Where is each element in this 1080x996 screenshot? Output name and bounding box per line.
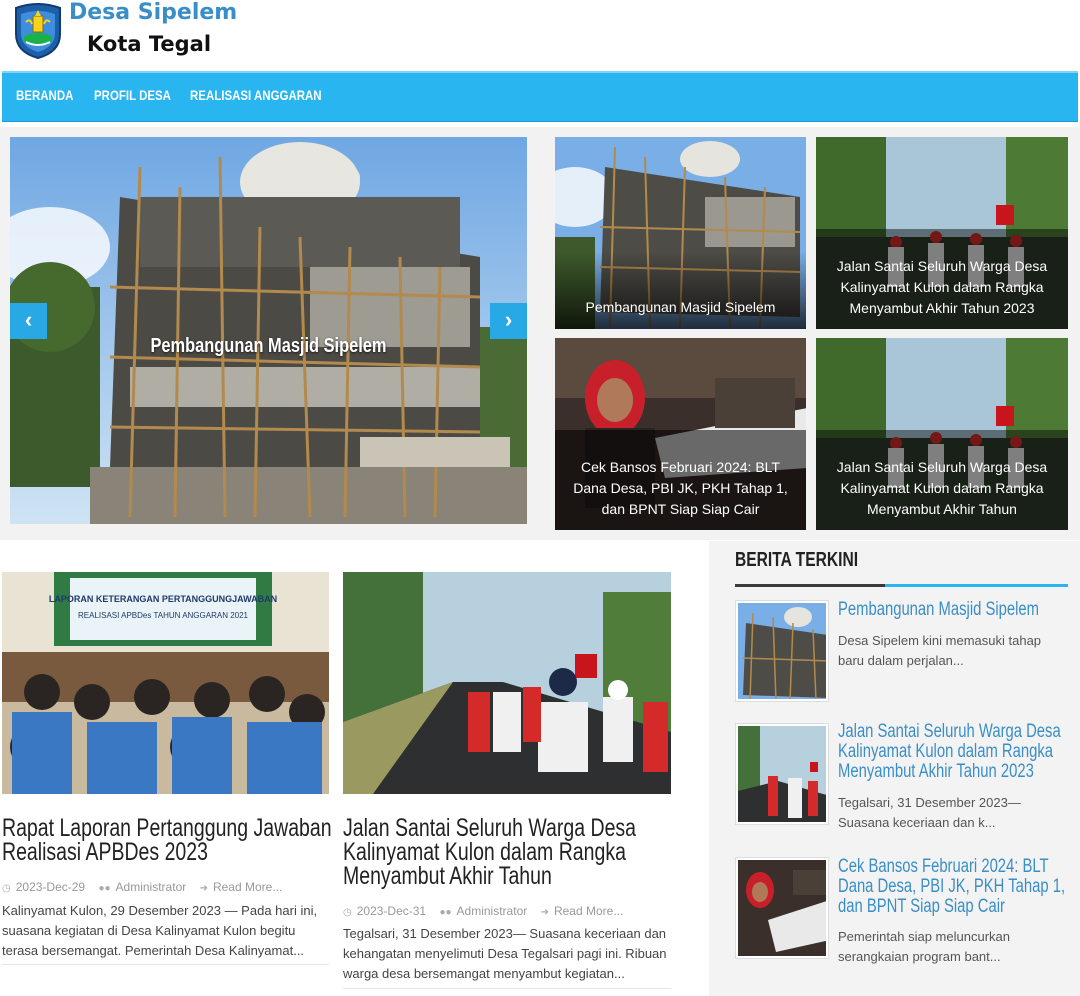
sidebar-heading: BERITA TERKINI bbox=[735, 549, 859, 571]
article-title-cont[interactable]: Realisasi APBDes 2023 bbox=[2, 840, 208, 865]
meeting-photo: LAPORAN KETERANGAN PERTANGGUNGJAWABAN RE… bbox=[2, 572, 329, 794]
article-author[interactable]: Administrator bbox=[116, 880, 187, 894]
article-image[interactable]: LAPORAN KETERANGAN PERTANGGUNGJAWABAN RE… bbox=[2, 572, 329, 794]
kota-tegal-logo[interactable] bbox=[12, 2, 64, 60]
sidebar-thumb[interactable] bbox=[736, 724, 828, 824]
sidebar-thumb[interactable] bbox=[736, 601, 828, 701]
banner-line-1: LAPORAN KETERANGAN PERTANGGUNGJAWABAN bbox=[49, 594, 277, 604]
sidebar-item-title-cont[interactable]: Kalinyamat Kulon dalam Rangka bbox=[838, 742, 1053, 762]
sidebar-item-title[interactable]: Pembangunan Masjid Sipelem bbox=[838, 600, 1039, 620]
sidebar-item-title[interactable]: Cek Bansos Februari 2024: BLT bbox=[838, 857, 1049, 877]
heading-rule-accent bbox=[885, 584, 1068, 587]
comments-icon: ●● bbox=[98, 883, 111, 894]
banner-line-2: REALISASI APBDes TAHUN ANGGARAN 2021 bbox=[78, 611, 249, 620]
arrow-right-circle-icon: ➜ bbox=[199, 883, 208, 894]
nav-item-realisasi-anggaran[interactable]: REALISASI ANGGARAN bbox=[190, 87, 322, 103]
main-navbar: BERANDA PROFIL DESA REALISASI ANGGARAN bbox=[2, 71, 1078, 122]
tile-caption[interactable]: Jalan Santai Seluruh Warga Desa Kalinyam… bbox=[816, 256, 1068, 319]
divider bbox=[2, 964, 329, 965]
featured-tile[interactable]: Cek Bansos Februari 2024: BLT Dana Desa,… bbox=[555, 338, 806, 530]
arrow-right-circle-icon: ➜ bbox=[540, 907, 549, 918]
featured-tile[interactable]: Pembangunan Masjid Sipelem bbox=[555, 137, 806, 329]
slider-image bbox=[10, 137, 527, 524]
sidebar-item-excerpt: Desa Sipelem kini memasuki tahap baru da… bbox=[838, 633, 1042, 668]
nav-item-profil-desa[interactable]: PROFIL DESA bbox=[94, 87, 171, 103]
read-more-link[interactable]: Read More... bbox=[554, 904, 623, 918]
article-date: 2023-Dec-31 bbox=[356, 904, 427, 918]
article-excerpt: Tegalsari, 31 Desember 2023— Suasana kec… bbox=[343, 926, 667, 981]
clock-icon: ◷ bbox=[2, 883, 11, 894]
sidebar-item-excerpt: Tegalsari, 31 Desember 2023— Suasana kec… bbox=[838, 795, 1021, 830]
article-meta: ◷ 2023-Dec-29 ●● Administrator ➜ Read More.… bbox=[2, 880, 282, 894]
walk-photo bbox=[343, 572, 671, 794]
slider-next-button[interactable]: › bbox=[490, 303, 527, 339]
tile-caption[interactable]: Jalan Santai Seluruh Warga Desa Kalinyam… bbox=[816, 457, 1068, 520]
article-date: 2023-Dec-29 bbox=[15, 880, 86, 894]
tile-caption[interactable]: Pembangunan Masjid Sipelem bbox=[555, 297, 806, 318]
article-image[interactable] bbox=[343, 572, 671, 794]
nav-item-beranda[interactable]: BERANDA bbox=[16, 87, 73, 103]
article-author[interactable]: Administrator bbox=[457, 904, 528, 918]
sidebar-item-excerpt: Pemerintah siap meluncurkan serangkaian … bbox=[838, 929, 1010, 964]
article-meta: ◷ 2023-Dec-31 ●● Administrator ➜ Read More.… bbox=[343, 904, 623, 918]
chevron-right-icon: › bbox=[504, 307, 513, 332]
comments-icon: ●● bbox=[439, 907, 452, 918]
thumb-image bbox=[738, 860, 826, 956]
slider-prev-button[interactable]: ‹ bbox=[10, 303, 47, 339]
sidebar-item-title-cont[interactable]: Menyambut Akhir Tahun 2023 bbox=[838, 762, 1034, 782]
thumb-image bbox=[738, 603, 826, 699]
site-name[interactable]: Desa Sipelem bbox=[69, 0, 237, 25]
site-subtitle: Kota Tegal bbox=[87, 32, 212, 56]
tile-caption[interactable]: Cek Bansos Februari 2024: BLT Dana Desa,… bbox=[555, 457, 806, 520]
article-excerpt: Kalinyamat Kulon, 29 Desember 2023 — Pad… bbox=[2, 903, 318, 958]
featured-tile[interactable]: Jalan Santai Seluruh Warga Desa Kalinyam… bbox=[816, 338, 1068, 530]
site-header: Desa Sipelem Kota Tegal bbox=[0, 0, 1080, 70]
divider bbox=[343, 988, 671, 989]
sidebar-item-title[interactable]: Jalan Santai Seluruh Warga Desa bbox=[838, 722, 1061, 742]
featured-tile[interactable]: Jalan Santai Seluruh Warga Desa Kalinyam… bbox=[816, 137, 1068, 329]
sidebar-item-title-cont[interactable]: dan BPNT Siap Siap Cair bbox=[838, 897, 1005, 917]
sidebar-item-title-cont[interactable]: Dana Desa, PBI JK, PKH Tahap 1, bbox=[838, 877, 1065, 897]
article-title-cont[interactable]: Menyambut Akhir Tahun bbox=[343, 864, 552, 889]
slider-title[interactable]: Pembangunan Masjid Sipelem bbox=[57, 335, 481, 358]
sidebar-thumb[interactable] bbox=[736, 858, 828, 958]
chevron-left-icon: ‹ bbox=[24, 307, 33, 332]
thumb-image bbox=[738, 726, 826, 822]
read-more-link[interactable]: Read More... bbox=[213, 880, 282, 894]
clock-icon: ◷ bbox=[343, 907, 352, 918]
featured-slider[interactable]: Pembangunan Masjid Sipelem bbox=[10, 137, 527, 524]
heading-rule bbox=[735, 584, 885, 587]
